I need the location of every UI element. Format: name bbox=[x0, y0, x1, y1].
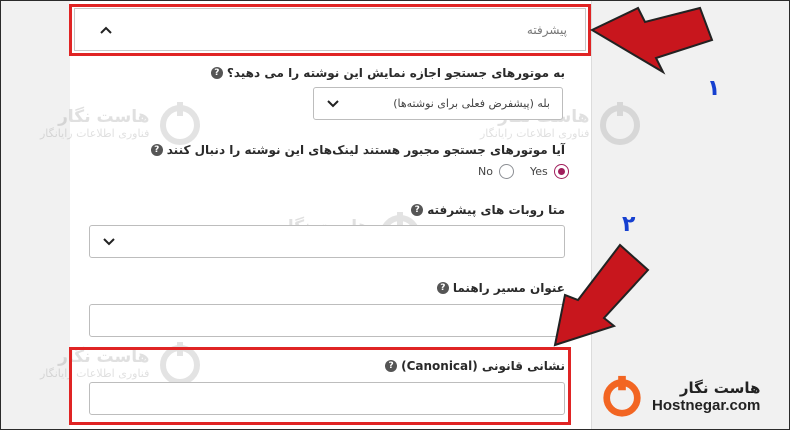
brand-logo-icon bbox=[603, 375, 641, 417]
arrow-2 bbox=[553, 243, 650, 347]
step-number-2: ۲ bbox=[622, 212, 636, 237]
arrow-1 bbox=[589, 6, 714, 75]
brand-name: هاست نگار bbox=[679, 378, 761, 397]
brand-badge: هاست نگار Hostnegar.com bbox=[600, 370, 790, 422]
brand-domain: Hostnegar.com bbox=[652, 396, 761, 414]
step-number-1: ۱ bbox=[707, 76, 721, 101]
annotation-arrows bbox=[553, 6, 714, 347]
